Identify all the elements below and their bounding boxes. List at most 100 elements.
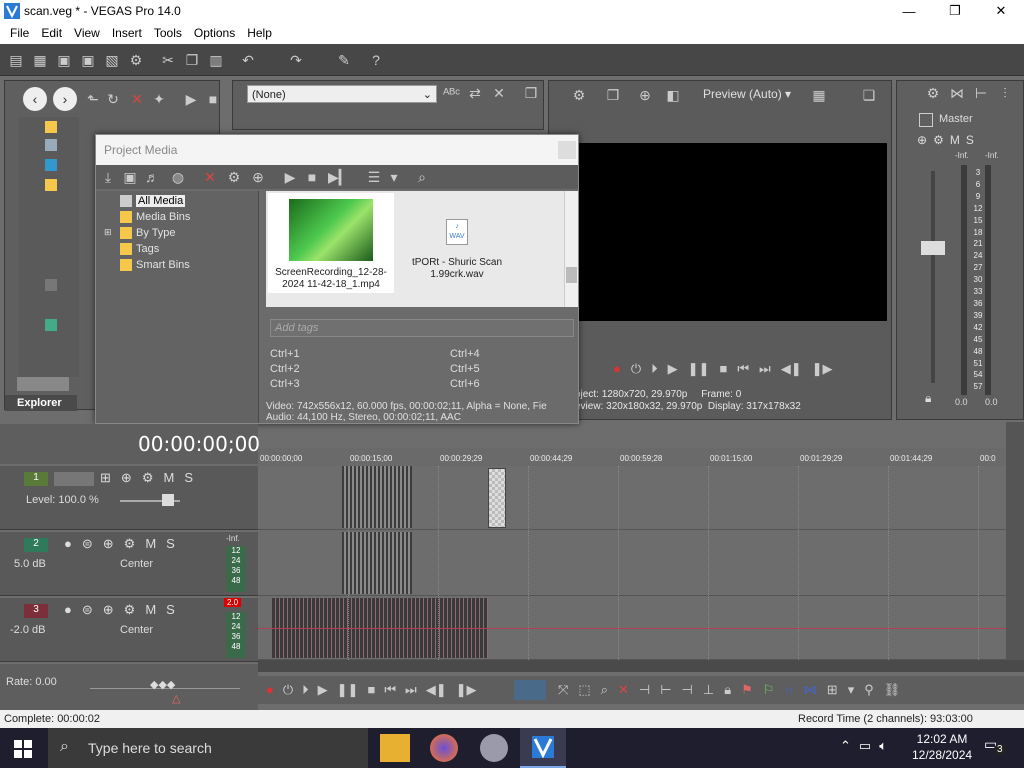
minimize-button[interactable]: — [886,0,932,22]
next-frame-icon[interactable]: ❚▶ [456,682,477,698]
app-icon[interactable] [480,734,508,762]
remove-icon[interactable]: ✕ [202,169,218,185]
stop-icon[interactable]: ■ [367,682,375,698]
track-fx-icon[interactable]: ⚙ [142,470,154,486]
split-icon[interactable]: ⊕ [637,87,653,103]
chevron-down-icon[interactable]: ▾ [386,169,402,185]
go-to-end-icon[interactable]: ⏭ [405,682,417,698]
preview-window-icon[interactable]: ❐ [605,87,621,103]
media-properties-icon[interactable]: ⚙ [226,169,242,185]
clear-icon[interactable]: ⇄ [467,85,483,101]
favorites-icon[interactable]: ✦ [151,91,167,107]
record-icon[interactable]: ● [613,361,621,377]
timeline-horizontal-scrollbar[interactable] [258,660,1024,672]
notifications-icon[interactable]: ▭ 3 [984,736,1006,758]
pan-icon[interactable]: ⊕ [103,536,114,552]
track-name[interactable] [54,472,94,486]
loop-icon[interactable]: ⏻ [283,682,293,698]
compositing-icon[interactable]: ⊞ [100,470,111,486]
capture-icon[interactable]: ▣ [122,169,138,185]
record-arm-icon[interactable]: ● [64,536,72,552]
close-icon[interactable]: ✕ [491,85,507,101]
explorer-scrollbar[interactable] [17,377,69,391]
stop-icon[interactable]: ■ [304,169,320,185]
stop-icon[interactable]: ■ [719,361,727,377]
prev-frame-icon[interactable]: ◀❚ [426,682,447,698]
edit-tool-button[interactable] [514,680,546,700]
taskbar-search[interactable]: ⌕ Type here to search [48,728,368,768]
master-checkbox[interactable] [919,113,933,127]
go-to-start-icon[interactable]: ⏮ [384,682,396,698]
menu-file[interactable]: File [4,26,35,40]
menu-edit[interactable]: Edit [35,26,68,40]
scroll-thumb[interactable] [566,267,577,283]
pause-icon[interactable]: ❚❚ [337,682,359,698]
save-as-icon[interactable]: ▣ [80,52,96,68]
play-icon[interactable]: ▶ [183,91,199,107]
cut-icon[interactable]: ✂ [160,52,176,68]
mute-button[interactable]: M [145,602,156,618]
zoom-tool-icon[interactable]: ⌕ [601,682,608,698]
paste-icon[interactable]: ▥ [208,52,224,68]
maximize-button[interactable]: ❐ [932,0,978,22]
save-icon[interactable]: ▣ [56,52,72,68]
grid-icon[interactable]: ▦ [811,87,827,103]
help-icon[interactable]: ? [368,52,384,68]
redo-icon[interactable]: ↷ [288,52,304,68]
track-fx-icon[interactable]: ⚙ [124,536,136,552]
preview-quality-dropdown[interactable]: Preview (Auto) ▾ [703,87,791,101]
track-header-1[interactable]: 1 ⊞ ⊕ ⚙ M S Level: 100.0 % [0,466,258,530]
solo-button[interactable]: S [184,470,193,486]
meter-options-icon[interactable]: ⫶ [997,85,1013,101]
chevron-down-icon[interactable]: ▾ [848,682,855,698]
shortcut[interactable]: Ctrl+1 [270,347,450,362]
timeline-vertical-scrollbar[interactable] [1006,422,1024,672]
add-tags-input[interactable]: Add tags [270,319,574,337]
delete-icon[interactable]: ✕ [618,682,629,698]
lock-envelopes-icon[interactable]: ⚲ [864,682,874,698]
menu-tools[interactable]: Tools [148,26,188,40]
volume-icon[interactable]: 🔈︎ [879,738,887,754]
menu-help[interactable]: Help [241,26,278,40]
undo-icon[interactable]: ↶ [240,52,256,68]
copy-snapshot-icon[interactable]: ❏ [861,87,877,103]
track-header-3[interactable]: 3 ● ⊜ ⊕ ⚙ M S -2.0 dB Center 2.0 12 24 36 4… [0,598,258,662]
firefox-icon[interactable] [430,734,458,762]
trim-end-icon[interactable]: ⊣ [682,682,693,698]
auto-preview-icon[interactable]: ▶▎ [328,169,350,185]
solo-button[interactable]: S [166,602,175,618]
shortcut[interactable]: Ctrl+4 [450,347,480,362]
track-lane-1[interactable] [258,466,1008,530]
extract-audio-icon[interactable]: ♬ [144,169,160,185]
track-lane-2[interactable] [258,532,1008,596]
shortcut[interactable]: Ctrl+3 [270,377,450,392]
play-icon[interactable]: ▶ [282,169,298,185]
new-icon[interactable]: ▤ [8,52,24,68]
play-from-start-icon[interactable]: ⏵ [651,361,658,377]
next-frame-icon[interactable]: ❚▶ [812,361,833,377]
views-icon[interactable]: ☰ [366,169,382,185]
play-icon[interactable]: ▶ [668,361,678,377]
tree-tags[interactable]: Tags [120,241,159,257]
auto-ripple-icon[interactable]: ⋈ [804,682,817,698]
motion-icon[interactable]: ⊕ [121,470,132,486]
record-icon[interactable]: ● [266,682,274,698]
media-fx-icon[interactable]: ⊕ [250,169,266,185]
stop-icon[interactable]: ■ [205,91,221,107]
lock-icon[interactable]: 🔒︎ [925,391,931,406]
file-explorer-icon[interactable] [380,734,410,762]
go-to-end-icon[interactable]: ⏭ [759,361,771,377]
shortcut[interactable]: Ctrl+5 [450,362,480,377]
web-icon[interactable]: ◍ [170,169,186,185]
master-settings-icon[interactable]: ⚙ [925,85,941,101]
pan-icon[interactable]: ⊕ [103,602,114,618]
tree-by-type[interactable]: By Type [120,225,176,241]
master-solo[interactable]: S [966,133,974,147]
dim-icon[interactable]: ⊢ [973,85,989,101]
delete-icon[interactable]: ✕ [129,91,145,107]
record-arm-icon[interactable]: ● [64,602,72,618]
image-event[interactable] [488,468,506,528]
menu-options[interactable]: Options [188,26,241,40]
search-icon[interactable]: ⌕ [414,169,430,185]
tree-all-media[interactable]: All Media [120,193,186,209]
